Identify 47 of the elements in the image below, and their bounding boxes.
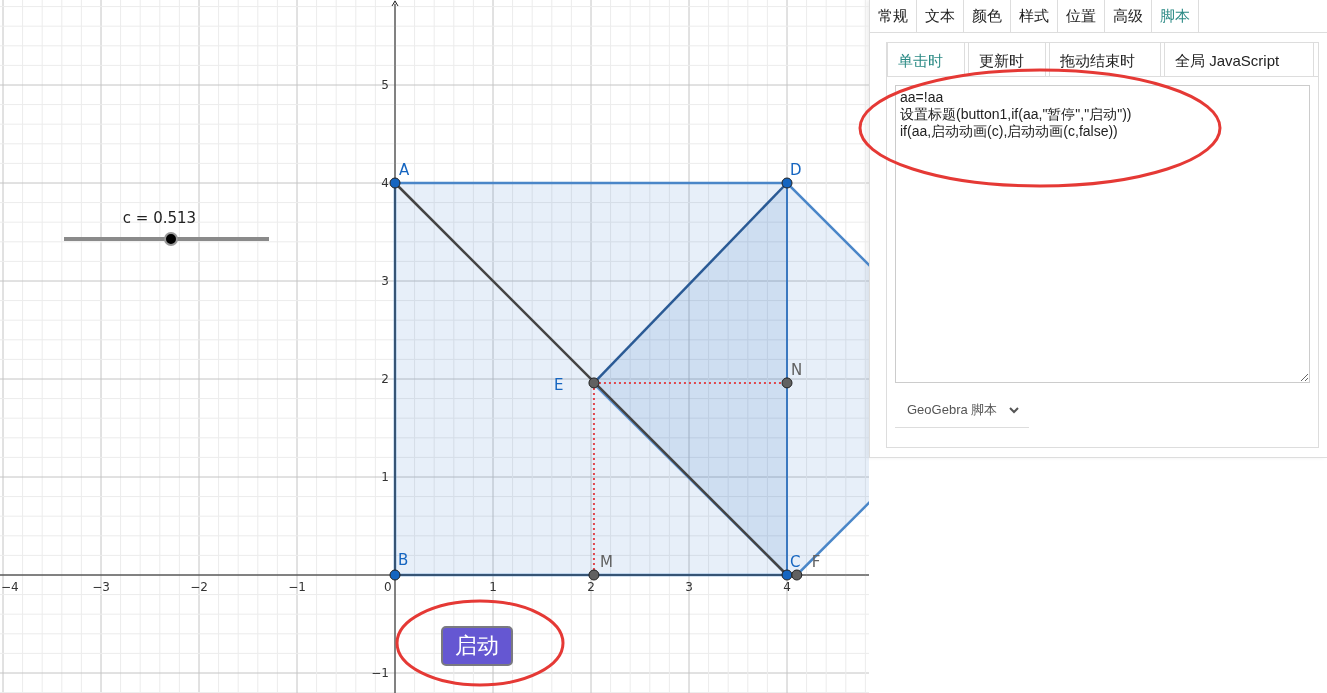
slider-label: c = 0.513 xyxy=(121,209,198,227)
language-dropdown[interactable]: GeoGebra 脚本 xyxy=(895,395,1030,428)
point-marker[interactable] xyxy=(791,569,803,581)
tab[interactable]: 位置 xyxy=(1058,0,1105,32)
axis-tick-label: 4 xyxy=(381,176,389,190)
axis-tick-label: 1 xyxy=(381,470,389,484)
axis-tick-label: 5 xyxy=(381,78,389,92)
chevron-icon xyxy=(1009,406,1020,414)
point-marker[interactable] xyxy=(389,177,401,189)
tab[interactable]: 常规 xyxy=(870,0,917,32)
axis-tick-label: 0 xyxy=(384,580,392,594)
axis-tick-label: −1 xyxy=(371,666,389,680)
tab[interactable]: 更新时 xyxy=(968,42,1046,76)
tab[interactable]: 拖动结束时 xyxy=(1049,42,1161,76)
point-label: E xyxy=(553,375,564,394)
axis-tick-label: −1 xyxy=(288,580,306,594)
axis-tick-label: −4 xyxy=(1,580,19,594)
point-marker[interactable] xyxy=(781,569,793,581)
point-marker[interactable] xyxy=(781,177,793,189)
axis-tick-label: 4 xyxy=(783,580,791,594)
axis-tick-label: 3 xyxy=(685,580,693,594)
point-label: F xyxy=(811,553,821,571)
axis-tick-label: 2 xyxy=(381,372,389,386)
tab[interactable]: 文本 xyxy=(917,0,964,32)
script-field[interactable]: aa=!aa 设置标题(button1,if(aa,"暂停","启动")) if(aa,启动动画(c),启动动画(c,false)) xyxy=(895,85,1310,383)
axis-tick-label: −3 xyxy=(92,580,110,594)
axis-tick-label: 3 xyxy=(381,274,389,288)
tab[interactable]: 脚本 xyxy=(1152,0,1199,32)
slider-thumb[interactable] xyxy=(163,232,178,246)
point-label: A xyxy=(399,161,410,179)
start-button[interactable]: 启动 xyxy=(441,626,513,666)
point-marker[interactable] xyxy=(588,377,600,389)
tab[interactable]: 单击时 xyxy=(887,42,965,76)
point-label: D xyxy=(790,161,802,179)
point-label: B xyxy=(398,551,409,569)
axis-tick-label: 2 xyxy=(587,580,595,594)
point-marker[interactable] xyxy=(389,569,401,581)
point-label: C xyxy=(790,553,801,571)
tab[interactable]: 全局 JavaScript xyxy=(1164,42,1314,76)
tab[interactable]: 样式 xyxy=(1011,0,1058,32)
point-marker[interactable] xyxy=(588,569,600,581)
tab[interactable]: 颜色 xyxy=(964,0,1011,32)
point-label: M xyxy=(599,553,613,571)
axis-tick-label: 1 xyxy=(489,580,497,594)
point-label: N xyxy=(791,360,803,379)
point-marker[interactable] xyxy=(781,377,793,389)
axis-tick-label: −2 xyxy=(190,580,208,594)
